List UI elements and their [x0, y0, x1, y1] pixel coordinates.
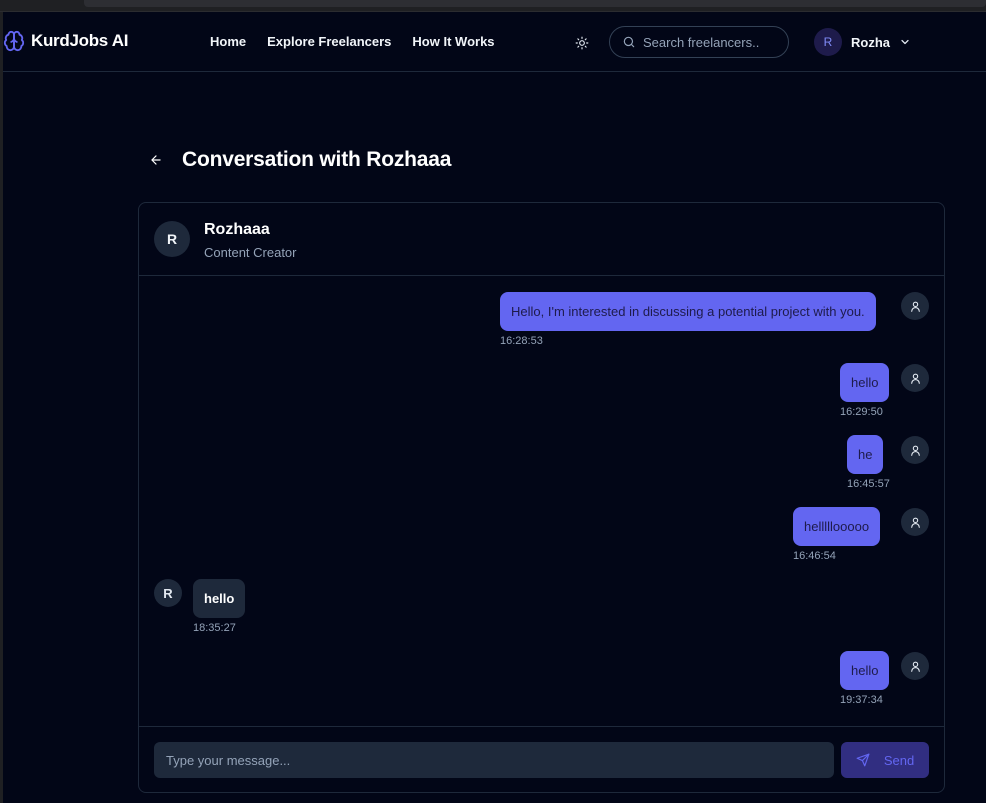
message-time: 16:46:54	[793, 550, 836, 562]
search-box[interactable]	[609, 26, 789, 58]
message-time: 16:29:50	[840, 406, 883, 418]
message-composer: Send	[139, 726, 944, 792]
main-nav: Home Explore Freelancers How It Works	[210, 34, 495, 49]
chat-panel: R Rozhaaa Content Creator Hello, I'm int…	[138, 202, 945, 793]
message-time: 16:28:53	[500, 335, 543, 347]
sender-avatar	[901, 364, 929, 392]
message-input[interactable]	[154, 742, 834, 778]
page-title: Conversation with Rozhaaa	[182, 148, 452, 171]
send-button[interactable]: Send	[841, 742, 929, 778]
app-name: KurdJobs AI	[31, 31, 129, 50]
window-edge	[0, 12, 3, 803]
contact-role: Content Creator	[204, 245, 297, 260]
contact-name: Rozhaaa	[204, 221, 270, 238]
user-menu[interactable]: R Rozha	[814, 28, 911, 56]
arrow-left-icon	[151, 155, 161, 165]
chevron-down-icon	[901, 39, 909, 45]
sun-icon	[575, 36, 589, 50]
search-input[interactable]	[643, 34, 778, 50]
message-bubble-sent: hello	[840, 363, 890, 402]
logo[interactable]: KurdJobs AI	[3, 30, 128, 52]
nav-home-link[interactable]: Home	[210, 34, 246, 49]
message-bubble-received: hello	[193, 579, 246, 618]
receiver-avatar: R	[154, 579, 182, 607]
user-icon	[910, 517, 920, 528]
sender-avatar	[901, 436, 929, 464]
message-time: 19:37:34	[840, 694, 883, 706]
user-icon	[910, 661, 920, 672]
page-title-row: Conversation with Rozhaaa	[148, 148, 451, 172]
message-bubble-sent: he	[847, 435, 884, 474]
sender-avatar	[901, 292, 929, 320]
nav-explore-freelancers-link[interactable]: Explore Freelancers	[267, 34, 391, 49]
browser-chrome-strip	[0, 0, 986, 12]
message-time: 16:45:57	[847, 478, 890, 490]
back-button[interactable]	[148, 152, 164, 168]
message-bubble-sent: hello	[840, 651, 890, 690]
contact-avatar: R	[154, 221, 190, 257]
browser-address-bar[interactable]	[84, 0, 986, 7]
user-icon	[910, 373, 920, 384]
user-icon	[910, 301, 920, 312]
message-time: 18:35:27	[193, 622, 236, 634]
send-icon	[856, 753, 870, 767]
user-name: Rozha	[851, 34, 890, 50]
user-avatar: R	[814, 28, 842, 56]
message-bubble-sent: helllllooooo	[793, 507, 881, 546]
top-navbar: KurdJobs AI Home Explore Freelancers How…	[3, 12, 986, 72]
send-label: Send	[883, 752, 915, 768]
brain-icon	[3, 30, 25, 52]
message-bubble-sent: Hello, I'm interested in discussing a po…	[500, 292, 876, 331]
search-icon	[623, 36, 635, 48]
user-icon	[910, 445, 920, 456]
nav-how-it-works-link[interactable]: How It Works	[412, 34, 494, 49]
sender-avatar	[901, 508, 929, 536]
sender-avatar	[901, 652, 929, 680]
chat-header: R Rozhaaa Content Creator	[139, 203, 944, 276]
theme-toggle-button[interactable]	[570, 31, 594, 55]
